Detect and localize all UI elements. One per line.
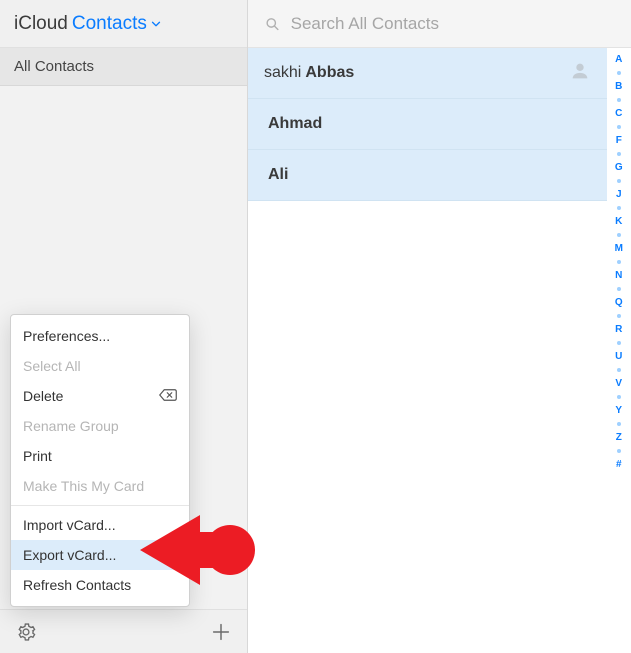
contact-list[interactable]: sakhiAbbas Ahmad Ali [248, 48, 607, 653]
settings-menu: Preferences... Select All Delete Rename Gro… [10, 314, 190, 607]
index-dot [617, 179, 621, 183]
menu-item: Rename Group [11, 411, 189, 441]
index-letter[interactable]: N [615, 270, 623, 281]
group-list: All Contacts [0, 48, 247, 86]
contact-last: Ali [268, 166, 288, 184]
index-dot [617, 152, 621, 156]
brand-label: iCloud [14, 13, 68, 35]
gear-icon [16, 622, 36, 642]
index-dot [617, 71, 621, 75]
app-root: iCloud Contacts All Contacts [0, 0, 631, 653]
menu-item-label: Select All [23, 358, 81, 374]
sidebar-header[interactable]: iCloud Contacts [0, 0, 247, 48]
index-letter[interactable]: A [615, 54, 623, 65]
menu-item[interactable]: Delete [11, 381, 189, 411]
contact-first: sakhi [264, 64, 301, 82]
index-letter[interactable]: B [615, 81, 623, 92]
menu-item-label: Preferences... [23, 328, 110, 344]
index-dot [617, 314, 621, 318]
index-letter[interactable]: G [615, 162, 623, 173]
index-letter[interactable]: J [616, 189, 622, 200]
index-letter[interactable]: U [615, 351, 623, 362]
app-name-dropdown[interactable]: Contacts [72, 13, 163, 35]
sidebar-footer [0, 609, 247, 653]
index-dot [617, 287, 621, 291]
index-letter[interactable]: F [616, 135, 623, 146]
contact-last: Ahmad [268, 115, 322, 133]
index-dot [617, 368, 621, 372]
menu-item-label: Make This My Card [23, 478, 144, 494]
index-letter[interactable]: K [615, 216, 623, 227]
add-button[interactable] [209, 620, 233, 644]
avatar-icon [569, 60, 591, 87]
menu-item: Make This My Card [11, 471, 189, 501]
group-item-all-contacts[interactable]: All Contacts [0, 48, 247, 86]
menu-item-label: Refresh Contacts [23, 577, 131, 593]
menu-item-label: Export vCard... [23, 547, 116, 563]
group-label: All Contacts [14, 58, 94, 75]
index-dot [617, 233, 621, 237]
index-letter[interactable]: M [615, 243, 624, 254]
alpha-index[interactable]: A B C F G J K M N Q R U V Y Z # [607, 48, 631, 653]
menu-item-label: Import vCard... [23, 517, 116, 533]
contact-row[interactable]: Ahmad [248, 99, 607, 150]
index-dot [617, 422, 621, 426]
index-letter[interactable]: Z [616, 432, 623, 443]
contact-list-wrap: sakhiAbbas Ahmad Ali A B C F G J K M N Q R U V Y Z # [248, 48, 631, 653]
search-bar [248, 0, 631, 48]
menu-item[interactable]: Refresh Contacts [11, 570, 189, 600]
menu-item[interactable]: Import vCard... [11, 510, 189, 540]
index-letter[interactable]: Q [615, 297, 623, 308]
index-dot [617, 125, 621, 129]
chevron-down-icon [149, 17, 163, 31]
backspace-icon [159, 388, 177, 405]
menu-item-label: Rename Group [23, 418, 119, 434]
menu-item[interactable]: Print [11, 441, 189, 471]
menu-item-label: Delete [23, 388, 63, 404]
index-dot [617, 449, 621, 453]
menu-item: Select All [11, 351, 189, 381]
index-letter[interactable]: C [615, 108, 623, 119]
contact-row[interactable]: Ali [248, 150, 607, 201]
menu-item[interactable]: Preferences... [11, 321, 189, 351]
menu-item[interactable]: Export vCard... [11, 540, 189, 570]
menu-item-label: Print [23, 448, 52, 464]
index-dot [617, 98, 621, 102]
contact-last: Abbas [305, 64, 354, 82]
index-letter[interactable]: R [615, 324, 623, 335]
search-icon [264, 15, 281, 33]
index-dot [617, 395, 621, 399]
app-name-label: Contacts [72, 13, 147, 35]
menu-separator [11, 505, 189, 506]
index-dot [617, 341, 621, 345]
index-dot [617, 206, 621, 210]
index-letter[interactable]: V [615, 378, 622, 389]
search-input[interactable] [291, 14, 615, 34]
contact-row[interactable]: sakhiAbbas [248, 48, 607, 99]
index-letter[interactable]: # [616, 459, 622, 470]
plus-icon [210, 621, 232, 643]
index-letter[interactable]: Y [615, 405, 622, 416]
index-dot [617, 260, 621, 264]
main-panel: sakhiAbbas Ahmad Ali A B C F G J K M N Q R U V Y Z # [248, 0, 631, 653]
settings-button[interactable] [14, 620, 38, 644]
